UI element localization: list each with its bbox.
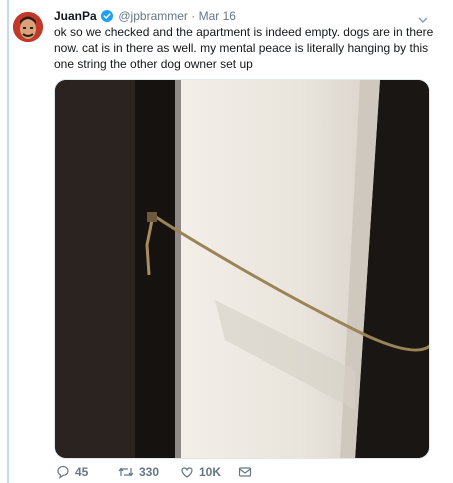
avatar[interactable] xyxy=(13,12,43,42)
action-bar: 45 330 10K xyxy=(56,465,257,479)
retweet-count: 330 xyxy=(139,465,160,479)
direct-message-button[interactable] xyxy=(238,465,257,479)
retweet-button[interactable]: 330 xyxy=(118,465,180,479)
like-button[interactable]: 10K xyxy=(180,465,238,479)
thread-connector-line xyxy=(7,0,9,483)
tweet-photo[interactable] xyxy=(54,79,430,459)
retweet-icon xyxy=(118,467,134,477)
tweet-header: JuanPa @jpbrammer · Mar 16 xyxy=(54,9,236,25)
tweet-text: ok so we checked and the apartment is in… xyxy=(54,25,434,71)
handle[interactable]: @jpbrammer xyxy=(118,9,188,23)
reply-count: 45 xyxy=(75,465,89,479)
reply-button[interactable]: 45 xyxy=(56,465,118,479)
like-count: 10K xyxy=(199,465,222,479)
reply-icon xyxy=(57,465,69,479)
avatar-image xyxy=(13,12,43,42)
separator: · xyxy=(191,9,196,23)
display-name[interactable]: JuanPa xyxy=(54,9,97,23)
timestamp[interactable]: Mar 16 xyxy=(199,9,236,23)
photo-string-on-doorframe xyxy=(55,80,429,458)
direct-message-icon xyxy=(238,467,252,477)
verified-badge-icon xyxy=(101,10,114,25)
heart-icon xyxy=(181,467,193,478)
